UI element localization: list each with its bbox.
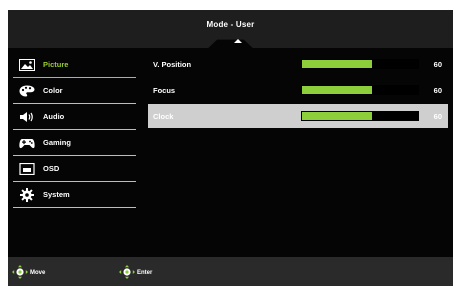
level-bar-fill (302, 60, 372, 68)
color-palette-icon (18, 84, 35, 98)
sidebar-item-osd[interactable]: OSD (13, 156, 136, 182)
settings-panel: V. Position 60 Focus 60 Clock 60 (148, 52, 448, 130)
setting-label: Focus (153, 85, 176, 95)
page-title: Mode - User (206, 20, 255, 29)
osd-window: Mode - User Picture Color Audio Gaming O… (8, 10, 453, 286)
sidebar-item-gaming[interactable]: Gaming (13, 130, 136, 156)
sidebar-item-label: Audio (43, 112, 65, 121)
setting-row-v-position[interactable]: V. Position 60 (148, 52, 448, 76)
level-bar[interactable] (301, 85, 419, 95)
setting-row-focus[interactable]: Focus 60 (148, 78, 448, 102)
sidebar-item-color[interactable]: Color (13, 78, 136, 104)
scroll-up-icon (234, 39, 242, 43)
level-bar-fill (302, 112, 372, 120)
setting-label: V. Position (153, 59, 192, 69)
setting-value: 60 (433, 111, 442, 121)
sidebar-item-label: Picture (43, 60, 69, 69)
sidebar: Picture Color Audio Gaming OSD System (13, 52, 136, 208)
level-bar-fill (302, 86, 372, 94)
picture-icon (18, 58, 35, 72)
joystick-enter-icon (118, 265, 137, 281)
gear-icon (18, 187, 35, 202)
osd-header (8, 10, 453, 48)
sidebar-item-picture[interactable]: Picture (13, 52, 136, 78)
gamepad-icon (18, 136, 35, 150)
sidebar-item-system[interactable]: System (13, 182, 136, 208)
enter-hint: Enter (118, 265, 152, 281)
setting-label: Clock (153, 111, 174, 121)
osd-icon (18, 162, 35, 176)
footer-hints: Move Enter (8, 257, 453, 286)
sidebar-item-label: Color (43, 86, 63, 95)
speaker-icon (18, 110, 35, 124)
sidebar-item-label: Gaming (43, 138, 71, 147)
sidebar-item-label: System (43, 190, 70, 199)
level-bar[interactable] (301, 59, 419, 69)
setting-value: 60 (433, 59, 442, 69)
enter-label: Enter (137, 270, 153, 276)
sidebar-item-label: OSD (43, 164, 60, 173)
setting-row-clock[interactable]: Clock 60 (148, 104, 448, 128)
setting-value: 60 (433, 85, 442, 95)
joystick-move-icon (11, 265, 30, 281)
level-bar[interactable] (301, 111, 419, 121)
move-hint: Move (11, 265, 45, 281)
sidebar-item-audio[interactable]: Audio (13, 104, 136, 130)
move-label: Move (30, 270, 46, 276)
